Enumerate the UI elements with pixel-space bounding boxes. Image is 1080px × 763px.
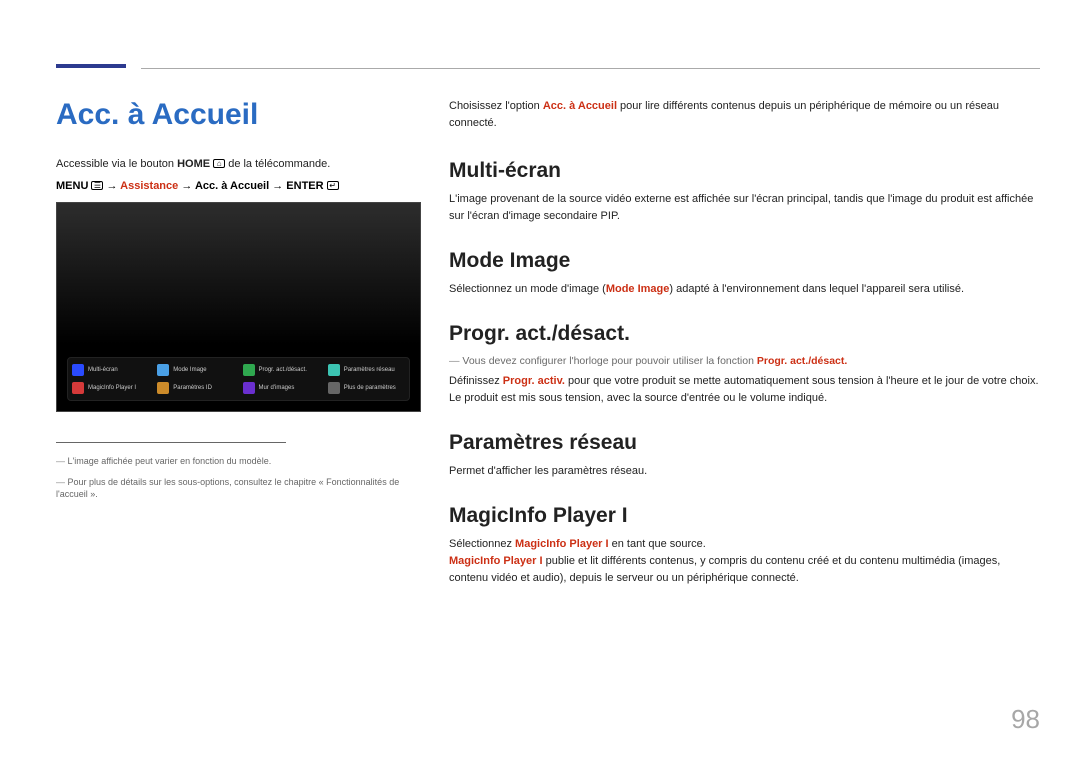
- magic-l1-accent: MagicInfo Player I: [515, 538, 609, 550]
- heading-progr: Progr. act./désact.: [449, 322, 1040, 346]
- progr-line1: Définissez Progr. activ. pour que votre …: [449, 373, 1040, 390]
- accessible-note: Accessible via le bouton HOME ⌂ de la té…: [56, 158, 421, 170]
- menu-item-label: Paramètres réseau: [344, 367, 395, 373]
- section-mode-image: Mode Image Sélectionnez un mode d'image …: [449, 249, 1040, 298]
- section-reseau: Paramètres réseau Permet d'afficher les …: [449, 431, 1040, 480]
- progr-tip: Vous devez configurer l'horloge pour pou…: [449, 354, 1040, 370]
- progr-tip-accent: Progr. act./désact.: [757, 355, 847, 367]
- menu-item-mode-image[interactable]: Mode Image: [153, 361, 238, 379]
- body-mode-image: Sélectionnez un mode d'image (Mode Image…: [449, 281, 1040, 298]
- intro-paragraph: Choisissez l'option Acc. à Accueil pour …: [449, 98, 1040, 131]
- page-number: 98: [1011, 704, 1040, 735]
- home-label: HOME: [177, 158, 210, 170]
- intro-pre: Choisissez l'option: [449, 100, 543, 112]
- footnote-1-text: L'image affichée peut varier en fonction…: [68, 456, 272, 466]
- enter-icon: ↵: [327, 181, 339, 190]
- heading-magicinfo: MagicInfo Player I: [449, 504, 1040, 528]
- menu-label: MENU: [56, 180, 91, 192]
- progr-l1-accent: Progr. activ.: [503, 375, 565, 387]
- magic-line1: Sélectionnez MagicInfo Player I en tant …: [449, 536, 1040, 553]
- body-multi-ecran: L'image provenant de la source vidéo ext…: [449, 191, 1040, 225]
- menu-item-more-settings[interactable]: Plus de paramètres: [324, 379, 409, 397]
- left-divider: [56, 442, 286, 443]
- home-menu-row-1: Multi-écran Mode Image Progr. act./désac…: [68, 361, 409, 379]
- heading-mode-image: Mode Image: [449, 249, 1040, 273]
- menu-item-network[interactable]: Paramètres réseau: [324, 361, 409, 379]
- footnote-2-text: Pour plus de détails sur les sous-option…: [56, 477, 399, 500]
- enter-label: ENTER: [286, 180, 326, 192]
- header-short-rule: [56, 64, 126, 68]
- network-icon: [328, 364, 340, 376]
- page-content: Acc. à Accueil Accessible via le bouton …: [56, 98, 1040, 611]
- right-column: Choisissez l'option Acc. à Accueil pour …: [449, 98, 1040, 611]
- menu-path: MENU ☰ → Assistance → Acc. à Accueil → E…: [56, 180, 421, 192]
- progr-l1-pre: Définissez: [449, 375, 503, 387]
- header-long-rule: [141, 68, 1040, 69]
- menu-item-id-settings[interactable]: Paramètres ID: [153, 379, 238, 397]
- accessible-post: de la télécommande.: [225, 158, 330, 170]
- section-magicinfo: MagicInfo Player I Sélectionnez MagicInf…: [449, 504, 1040, 587]
- magic-l1-pre: Sélectionnez: [449, 538, 515, 550]
- mode-image-post: ) adapté à l'environnement dans lequel l…: [669, 283, 964, 295]
- footnote-1: L'image affichée peut varier en fonction…: [56, 455, 421, 468]
- more-settings-icon: [328, 382, 340, 394]
- progr-l1-post: pour que votre produit se mette automati…: [565, 375, 1039, 387]
- body-reseau: Permet d'afficher les paramètres réseau.: [449, 463, 1040, 480]
- heading-reseau: Paramètres réseau: [449, 431, 1040, 455]
- home-menu-bar: Multi-écran Mode Image Progr. act./désac…: [67, 357, 410, 401]
- magicinfo-icon: [72, 382, 84, 394]
- id-settings-icon: [157, 382, 169, 394]
- home-icon: ⌂: [213, 159, 225, 168]
- magic-l1-post: en tant que source.: [609, 538, 706, 550]
- intro-accent: Acc. à Accueil: [543, 100, 617, 112]
- progr-icon: [243, 364, 255, 376]
- arrow3: →: [272, 180, 286, 192]
- arrow1: →: [107, 180, 121, 192]
- menu-item-label: Mode Image: [173, 367, 206, 373]
- path-assistance: Assistance: [120, 180, 178, 192]
- menu-item-label: Progr. act./désact.: [259, 367, 307, 373]
- menu-item-video-wall[interactable]: Mur d'images: [239, 379, 324, 397]
- menu-item-multi-ecran[interactable]: Multi-écran: [68, 361, 153, 379]
- menu-item-label: Paramètres ID: [173, 385, 212, 391]
- menu-item-progr[interactable]: Progr. act./désact.: [239, 361, 324, 379]
- section-multi-ecran: Multi-écran L'image provenant de la sour…: [449, 159, 1040, 225]
- footnote-2: Pour plus de détails sur les sous-option…: [56, 476, 421, 501]
- menu-item-label: Mur d'images: [259, 385, 295, 391]
- heading-multi-ecran: Multi-écran: [449, 159, 1040, 183]
- mode-image-pre: Sélectionnez un mode d'image (: [449, 283, 606, 295]
- accessible-pre: Accessible via le bouton: [56, 158, 177, 170]
- video-wall-icon: [243, 382, 255, 394]
- menu-item-label: Plus de paramètres: [344, 385, 396, 391]
- menu-item-label: Multi-écran: [88, 367, 118, 373]
- tv-screenshot: Multi-écran Mode Image Progr. act./désac…: [56, 202, 421, 412]
- mode-image-accent: Mode Image: [606, 283, 670, 295]
- home-menu-row-2: MagicInfo Player I Paramètres ID Mur d'i…: [68, 379, 409, 397]
- progr-tip-pre: Vous devez configurer l'horloge pour pou…: [462, 355, 756, 367]
- path-acc: Acc. à Accueil: [195, 180, 269, 192]
- progr-line2: Le produit est mis sous tension, avec la…: [449, 390, 1040, 407]
- section-progr: Progr. act./désact. Vous devez configure…: [449, 322, 1040, 407]
- menu-item-magicinfo[interactable]: MagicInfo Player I: [68, 379, 153, 397]
- left-column: Acc. à Accueil Accessible via le bouton …: [56, 98, 421, 611]
- menu-icon: ☰: [91, 181, 103, 190]
- arrow2: →: [181, 180, 195, 192]
- multi-ecran-icon: [72, 364, 84, 376]
- mode-image-icon: [157, 364, 169, 376]
- menu-item-label: MagicInfo Player I: [88, 385, 136, 391]
- page-title: Acc. à Accueil: [56, 98, 421, 132]
- magic-line2: MagicInfo Player I publie et lit différe…: [449, 553, 1040, 587]
- magic-l2-accent: MagicInfo Player I: [449, 555, 543, 567]
